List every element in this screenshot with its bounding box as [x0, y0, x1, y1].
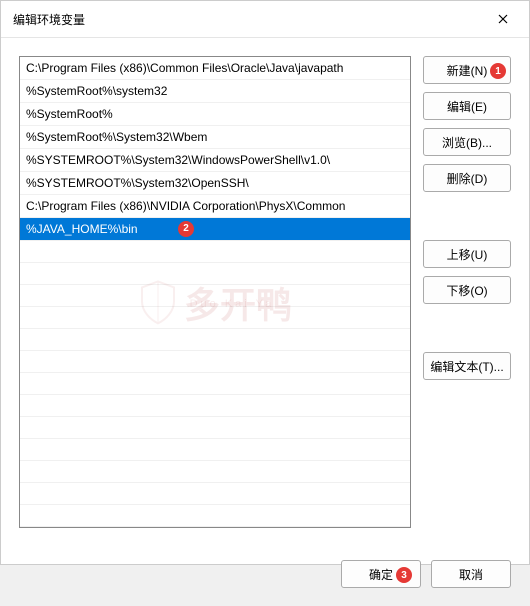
delete-button[interactable]: 删除(D) [423, 164, 511, 192]
dialog-footer: 确定 3 取消 [1, 546, 529, 606]
close-button[interactable] [485, 7, 521, 31]
list-item-empty[interactable] [20, 329, 410, 351]
titlebar: 编辑环境变量 [1, 1, 529, 38]
list-item-label: %JAVA_HOME%\bin [26, 222, 138, 236]
list-item[interactable]: %SystemRoot%\System32\Wbem [20, 126, 410, 149]
list-item[interactable]: C:\Program Files (x86)\Common Files\Orac… [20, 57, 410, 80]
ok-button[interactable]: 确定 3 [341, 560, 421, 588]
spacer [423, 312, 511, 344]
list-item-empty[interactable] [20, 285, 410, 307]
list-item-empty[interactable] [20, 483, 410, 505]
list-item-selected[interactable]: %JAVA_HOME%\bin 2 [20, 218, 410, 241]
browse-button[interactable]: 浏览(B)... [423, 128, 511, 156]
list-item-empty[interactable] [20, 351, 410, 373]
list-item-empty[interactable] [20, 263, 410, 285]
cancel-button[interactable]: 取消 [431, 560, 511, 588]
annotation-badge-1: 1 [490, 63, 506, 79]
list-item-empty[interactable] [20, 373, 410, 395]
list-item-empty[interactable] [20, 417, 410, 439]
spacer [423, 200, 511, 232]
close-icon [498, 14, 508, 24]
annotation-badge-2: 2 [178, 221, 194, 237]
dialog-content: C:\Program Files (x86)\Common Files\Orac… [1, 38, 529, 546]
move-down-button[interactable]: 下移(O) [423, 276, 511, 304]
move-up-button[interactable]: 上移(U) [423, 240, 511, 268]
list-item[interactable]: %SYSTEMROOT%\System32\WindowsPowerShell\… [20, 149, 410, 172]
list-item-empty[interactable] [20, 395, 410, 417]
list-item-empty[interactable] [20, 241, 410, 263]
list-item-empty[interactable] [20, 505, 410, 527]
list-item-empty[interactable] [20, 461, 410, 483]
edit-environment-variable-dialog: 编辑环境变量 C:\Program Files (x86)\Common Fil… [0, 0, 530, 565]
edit-button[interactable]: 编辑(E) [423, 92, 511, 120]
new-button[interactable]: 新建(N) 1 [423, 56, 511, 84]
button-label: 新建(N) [447, 62, 488, 79]
list-item-empty[interactable] [20, 307, 410, 329]
edit-text-button[interactable]: 编辑文本(T)... [423, 352, 511, 380]
action-buttons: 新建(N) 1 编辑(E) 浏览(B)... 删除(D) 上移(U) 下移(O)… [423, 56, 511, 528]
button-label: 确定 [369, 566, 393, 583]
list-item[interactable]: C:\Program Files (x86)\NVIDIA Corporatio… [20, 195, 410, 218]
path-list[interactable]: C:\Program Files (x86)\Common Files\Orac… [19, 56, 411, 528]
annotation-badge-3: 3 [396, 567, 412, 583]
list-item[interactable]: %SYSTEMROOT%\System32\OpenSSH\ [20, 172, 410, 195]
dialog-title: 编辑环境变量 [13, 11, 85, 28]
list-item[interactable]: %SystemRoot%\system32 [20, 80, 410, 103]
list-item[interactable]: %SystemRoot% [20, 103, 410, 126]
list-item-empty[interactable] [20, 439, 410, 461]
